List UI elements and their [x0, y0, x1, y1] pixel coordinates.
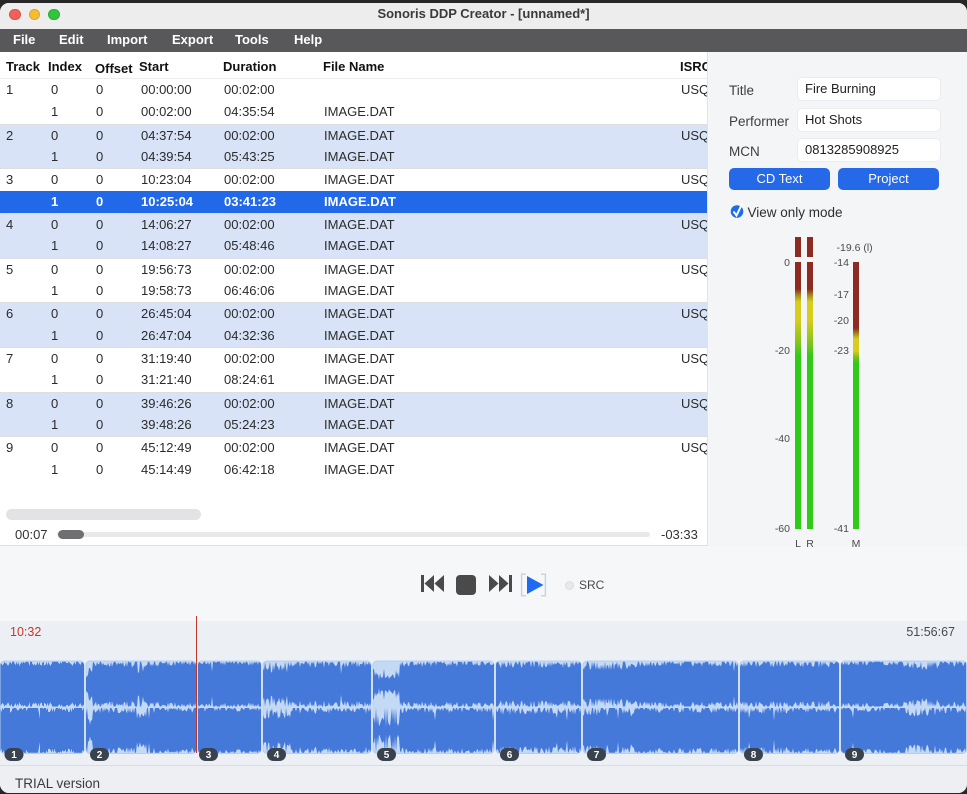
svg-text:3: 3: [206, 750, 212, 761]
svg-text:4: 4: [274, 750, 280, 761]
svg-text:8: 8: [751, 750, 757, 761]
svg-text:2: 2: [97, 750, 103, 761]
svg-text:9: 9: [852, 750, 858, 761]
svg-text:5: 5: [384, 750, 390, 761]
svg-text:6: 6: [507, 750, 513, 761]
svg-text:1: 1: [11, 750, 17, 761]
svg-text:7: 7: [594, 750, 600, 761]
